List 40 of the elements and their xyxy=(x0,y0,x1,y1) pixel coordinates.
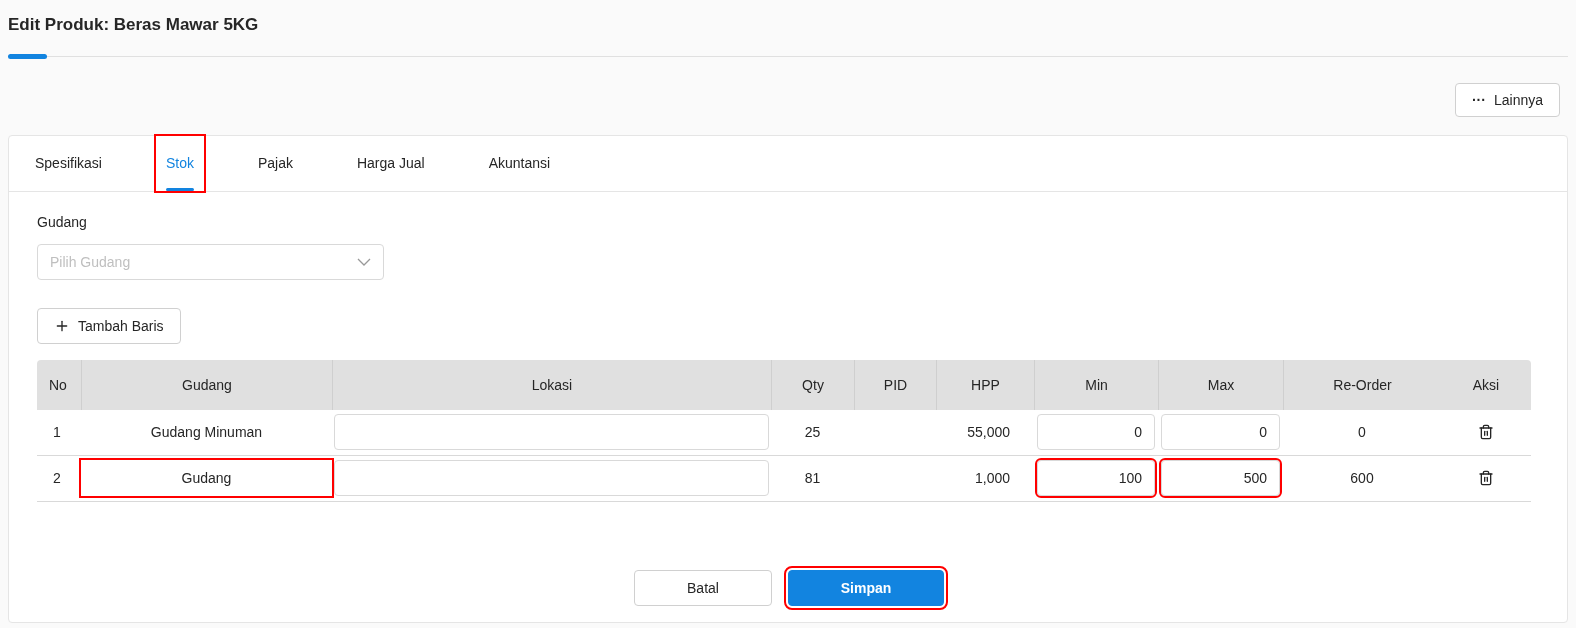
tab[interactable]: Spesifikasi xyxy=(25,135,112,191)
add-row-button[interactable]: Tambah Baris xyxy=(37,307,181,344)
table-cell-text: 81 xyxy=(803,469,822,488)
table-cell: Gudang xyxy=(81,460,332,496)
page-title: Edit Produk: Beras Mawar 5KG xyxy=(8,14,260,36)
tab[interactable]: Akuntansi xyxy=(478,135,561,191)
chevron-down-icon xyxy=(357,257,371,266)
column-header: Lokasi xyxy=(531,375,573,395)
delete-icon[interactable] xyxy=(1478,424,1494,440)
table-cell-text: Gudang Minuman xyxy=(149,423,264,442)
more-icon: ··· xyxy=(1471,89,1486,110)
tab[interactable]: Pajak xyxy=(247,135,303,191)
location-input[interactable] xyxy=(334,460,769,496)
table-cell-text: 600 xyxy=(1349,469,1375,488)
table-cell-text: 25 xyxy=(803,423,822,442)
column-header: Min xyxy=(1085,375,1108,395)
table-cell-text: 55,000 xyxy=(966,423,1011,442)
field-label: Gudang xyxy=(37,212,88,232)
max-input[interactable]: 500 xyxy=(1161,460,1280,496)
column-header: No xyxy=(49,375,67,395)
delete-icon[interactable] xyxy=(1478,470,1494,486)
column-header: Re-Order xyxy=(1333,375,1392,395)
tab[interactable]: Stok xyxy=(155,135,204,191)
min-input[interactable]: 100 xyxy=(1037,460,1155,496)
table-cell-text: 1 xyxy=(52,423,62,442)
cancel-button[interactable]: Batal xyxy=(634,569,772,606)
location-input[interactable] xyxy=(334,414,769,450)
min-input[interactable]: 0 xyxy=(1037,414,1155,450)
column-header: Max xyxy=(1207,375,1235,395)
table-cell-text: 1,000 xyxy=(973,469,1011,488)
column-header: PID xyxy=(883,375,908,395)
column-header: Aksi xyxy=(1472,375,1500,395)
column-header: Gudang xyxy=(182,375,232,395)
tab[interactable]: Harga Jual xyxy=(346,135,435,191)
max-input[interactable]: 0 xyxy=(1161,414,1280,450)
table-cell-text: 2 xyxy=(52,469,62,488)
column-header: HPP xyxy=(971,375,1000,395)
table-cell-text: 0 xyxy=(1357,423,1367,442)
more-button[interactable]: ··· Lainnya xyxy=(1454,82,1560,117)
column-header: Qty xyxy=(802,375,824,395)
